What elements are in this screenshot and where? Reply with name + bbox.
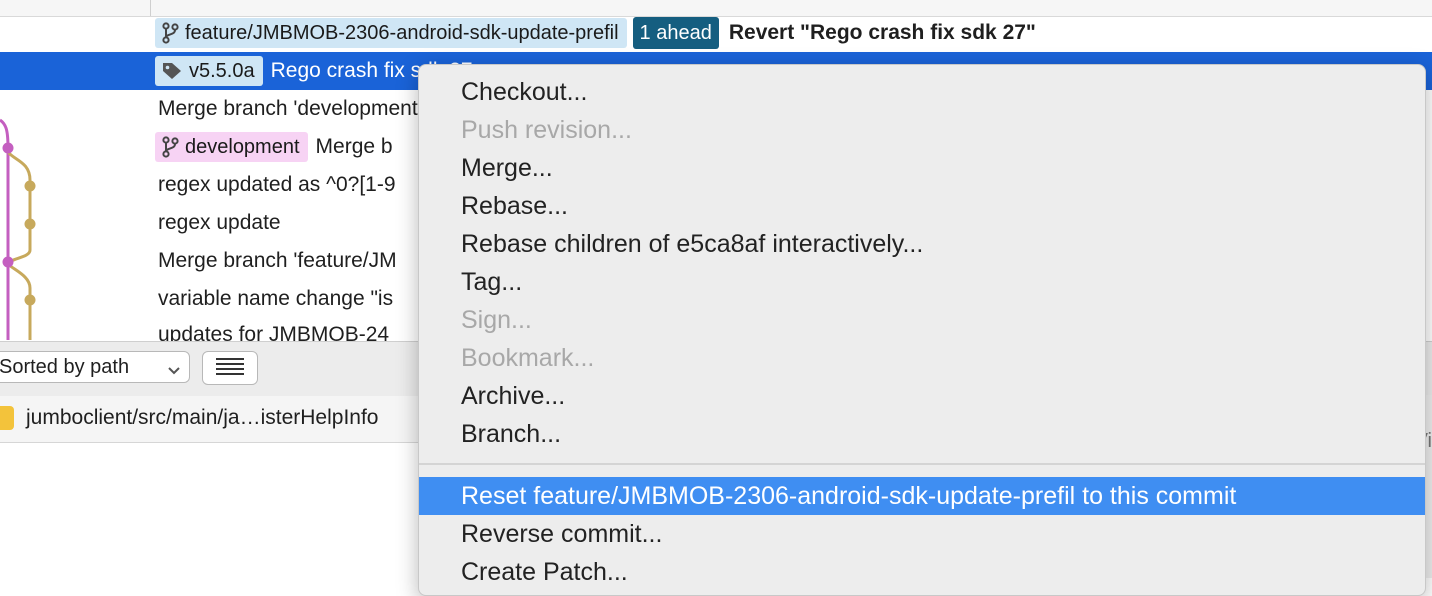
commit-message: Merge branch 'feature/JM [158,249,397,272]
graph-node[interactable] [24,294,36,306]
branch-label[interactable]: development [155,132,308,162]
chevron-down-icon [167,360,181,383]
graph-node[interactable] [2,256,14,268]
commit-message: Merge branch 'development' [158,97,422,120]
branch-icon [161,136,179,158]
menu-item-merge[interactable]: Merge... [419,149,1425,187]
ahead-badge: 1 ahead [632,17,719,49]
tag-name: v5.5.0a [189,59,255,82]
menu-item-push-revision[interactable]: Push revision... [419,111,1425,149]
context-menu: Checkout... Push revision... Merge... Re… [418,64,1426,596]
commit-message: regex updated as ^0?[1-9 [158,173,396,196]
menu-item-rebase-children[interactable]: Rebase children of e5ca8af interactively… [419,225,1425,263]
commit-message: regex update [158,211,281,234]
graph-line-gold [6,150,32,340]
commit-message: Revert "Rego crash fix sdk 27" [728,21,1036,44]
commit-message: variable name change "is [158,287,394,310]
menu-item-checkout[interactable]: Checkout... [419,73,1425,111]
menu-item-tag[interactable]: Tag... [419,263,1425,301]
menu-separator [419,463,1425,465]
menu-item-sign[interactable]: Sign... [419,301,1425,339]
branch-icon [161,22,179,44]
branch-label[interactable]: feature/JMBMOB-2306-android-sdk-update-p… [155,18,627,48]
menu-item-rebase[interactable]: Rebase... [419,187,1425,225]
commit-row[interactable]: feature/JMBMOB-2306-android-sdk-update-p… [0,14,1432,52]
graph-node[interactable] [24,180,36,192]
graph-node[interactable] [24,218,36,230]
file-icon [0,406,14,430]
tag-label[interactable]: v5.5.0a [155,56,263,86]
commit-graph [0,118,36,340]
graph-node[interactable] [2,142,14,154]
menu-item-reverse-commit[interactable]: Reverse commit... [419,515,1425,553]
commit-message: Merge b [315,135,393,158]
menu-item-create-patch[interactable]: Create Patch... [419,553,1425,591]
menu-item-archive[interactable]: Archive... [419,377,1425,415]
branch-name: development [185,135,300,158]
branch-name: feature/JMBMOB-2306-android-sdk-update-p… [185,21,619,44]
sort-select[interactable]: Sorted by path [0,351,190,383]
file-path: jumboclient/src/main/ja…isterHelpInfo [26,406,379,429]
menu-item-branch[interactable]: Branch... [419,415,1425,453]
sort-select-label: Sorted by path [0,355,130,378]
list-view-button[interactable] [202,351,258,385]
tag-icon [161,61,183,81]
menu-item-reset[interactable]: Reset feature/JMBMOB-2306-android-sdk-up… [419,477,1425,515]
menu-item-bookmark[interactable]: Bookmark... [419,339,1425,377]
list-icon [215,356,245,381]
